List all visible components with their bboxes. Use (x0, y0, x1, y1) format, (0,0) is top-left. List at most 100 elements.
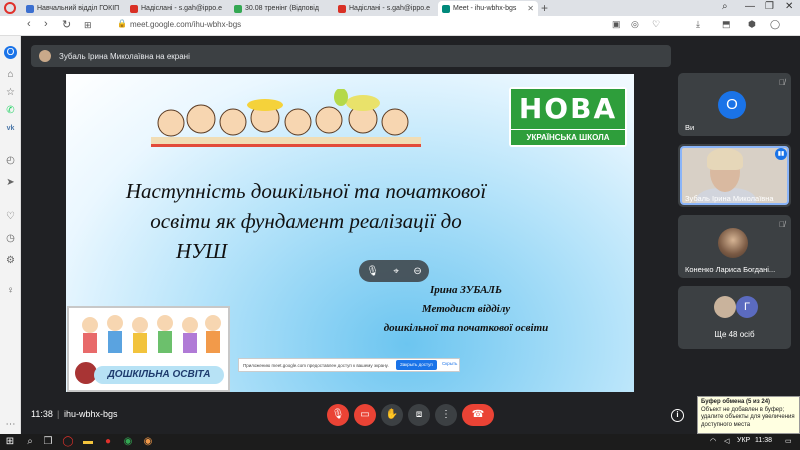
tab-gmail-sent-1[interactable]: Надіслані - s.gah@ippo.e (126, 1, 228, 16)
input-language[interactable]: УКР (737, 437, 750, 444)
maximize-icon[interactable]: ❐ (765, 1, 774, 12)
vk-icon[interactable]: vk (4, 122, 17, 135)
tab-label: Навчальний відділ ГОКІП (37, 5, 120, 12)
more-participants-avatars: Г (714, 296, 764, 318)
notifications-icon[interactable]: ▭ (785, 437, 792, 445)
speaking-indicator-icon: ▮▮ (775, 148, 787, 160)
slide-title-line: Наступність дошкільної та початкової (125, 179, 487, 203)
leave-call-button[interactable]: ☎ (462, 404, 494, 426)
chrome-taskbar-icon[interactable]: ◉ (122, 436, 134, 448)
whatsapp-icon[interactable]: ✆ (4, 104, 17, 117)
snapshot-icon[interactable]: ◎ (631, 19, 639, 30)
new-tab-button[interactable]: + (541, 1, 548, 15)
camera-off-icon: ▭ (360, 409, 370, 420)
profile-icon[interactable]: ◯ (770, 19, 780, 30)
reload-icon[interactable]: ↻ (62, 18, 71, 31)
mic-off-icon[interactable]: 🎙 (366, 266, 379, 277)
address-bar: ‹ › ↻ ⊞ 🔒 meet.google.com/ihu-wbhx-bgs ▣… (0, 16, 800, 36)
camera-toggle-button[interactable]: ▭ (354, 404, 376, 426)
browser-tab-strip: Навчальний відділ ГОКІП Надіслані - s.ga… (0, 0, 800, 16)
opera-messenger-icon[interactable]: O (4, 46, 17, 59)
participant-name: Ви (685, 123, 695, 132)
camera-icon[interactable]: ▣ (612, 19, 621, 30)
close-window-icon[interactable]: ✕ (785, 1, 793, 12)
avatar: Г (736, 296, 758, 318)
nus-logo: НОВА УКРАЇНСЬКА ШКОЛА (509, 87, 627, 147)
meeting-time: 11:38 (31, 409, 53, 419)
meeting-info-icon[interactable]: i (671, 409, 684, 422)
volume-icon[interactable]: ◁ (724, 437, 729, 445)
opera-logo-icon[interactable] (4, 2, 16, 14)
more-vert-icon: ⋮ (441, 409, 451, 420)
back-icon[interactable]: ‹ (27, 18, 31, 30)
pin-icon[interactable]: ⌖ (393, 266, 399, 277)
participant-tile-you[interactable]: 🎙̸ О Ви (678, 73, 791, 136)
bookmark-heart-icon[interactable]: ♡ (652, 19, 660, 30)
hide-notice-button[interactable]: Скрыть (442, 361, 457, 366)
presenter-banner-label: Зубаль Ірина Миколаївна на екрані (59, 51, 190, 61)
url-field[interactable]: meet.google.com/ihu-wbhx-bgs (130, 20, 241, 29)
tab-label: Надіслані - s.gah@ippo.e (141, 5, 223, 12)
tab-gmail-sent-2[interactable]: Надіслані - s.gah@ippo.e (334, 1, 436, 16)
settings-icon[interactable]: ⚙ (4, 254, 17, 267)
star-icon[interactable]: ☆ (4, 86, 17, 99)
screen-share-notice: Приложению meet.google.com предоставлен … (238, 358, 460, 372)
present-button[interactable]: ⧈ (408, 404, 430, 426)
mic-toggle-button[interactable]: 🎙 (327, 404, 349, 426)
forms-icon (234, 4, 242, 13)
mic-off-icon: 🎙̸ (779, 220, 785, 229)
clipboard-title: Буфер обмена (5 из 24) (701, 399, 771, 405)
participant-tile-konenko[interactable]: 🎙̸ Коненко Лариса Богдані... (678, 215, 791, 278)
raise-hand-button[interactable]: ✋ (381, 404, 403, 426)
file-explorer-icon[interactable]: ▬ (82, 436, 94, 448)
tab-forms-training[interactable]: 30.08 тренінг (Відповід (230, 1, 332, 16)
system-clock[interactable]: 11:38 (755, 437, 772, 444)
windows-start-icon[interactable]: ⊞ (4, 436, 16, 448)
download-icon[interactable]: ⤓ (696, 19, 700, 30)
close-tab-icon[interactable]: ✕ (524, 4, 534, 13)
more-options-button[interactable]: ⋮ (435, 404, 457, 426)
mic-off-icon: 🎙 (331, 409, 345, 420)
meet-icon (442, 4, 450, 13)
tab-training-dept[interactable]: Навчальний відділ ГОКІП (22, 1, 124, 16)
heart-icon[interactable]: ♡ (4, 210, 17, 223)
doc-icon (26, 4, 34, 13)
windows-taskbar: ⊞ ⌕ ❒ ◯ ▬ ● ◉ ◉ ◠ ◁ УКР 11:38 ▭ (0, 434, 800, 450)
task-view-icon[interactable]: ❒ (42, 436, 54, 448)
stop-sharing-button[interactable]: Закрыть доступ (396, 360, 437, 370)
remove-icon[interactable]: ⊖ (413, 266, 421, 277)
opera-taskbar-icon[interactable]: ◯ (62, 436, 74, 448)
clock-icon[interactable]: ◴ (4, 154, 17, 167)
avatar: О (718, 91, 746, 119)
meet-control-bar: 11:38 | ihu-wbhx-bgs 🎙 ▭ ✋ ⧈ ⋮ ☎ i (21, 401, 800, 434)
search-icon[interactable]: ⌕ (24, 436, 36, 448)
speed-dial-icon[interactable]: ⊞ (84, 20, 92, 31)
presenter-mini-controls: 🎙 ⌖ ⊖ (359, 260, 429, 282)
lock-icon[interactable]: 🔒 (117, 19, 127, 28)
wallet-icon[interactable]: ⬒ (722, 19, 731, 30)
tab-meet[interactable]: Meet - ihu-wbhx-bgs ✕ (438, 1, 538, 16)
search-tabs-icon[interactable]: ⌕ (722, 1, 728, 12)
send-icon[interactable]: ➤ (4, 176, 17, 189)
tab-label: 30.08 тренінг (Відповід (245, 5, 319, 12)
bulb-icon[interactable]: ♀ (4, 284, 17, 297)
forward-icon[interactable]: › (44, 18, 48, 30)
present-screen-icon: ⧈ (415, 409, 423, 420)
meet-stage: Зубаль Ірина Миколаївна на екрані НОВА У… (21, 36, 800, 434)
home-icon[interactable]: ⌂ (4, 68, 17, 81)
children-illustration (151, 89, 421, 147)
gmail-icon (338, 4, 346, 13)
app-taskbar-icon[interactable]: ● (102, 436, 114, 448)
minimize-icon[interactable]: — (745, 1, 755, 12)
firefox-taskbar-icon[interactable]: ◉ (142, 436, 154, 448)
participant-tile-presenter[interactable]: ▮▮ Зубаль Ірина Миколаївна (678, 144, 791, 207)
network-icon[interactable]: ◠ (710, 437, 716, 445)
clipboard-notification[interactable]: Буфер обмена (5 из 24) Объект не добавле… (697, 396, 800, 434)
more-icon[interactable]: ⋯ (4, 418, 17, 431)
author-role: Методист відділу (421, 303, 511, 315)
extensions-icon[interactable]: ⬢ (748, 19, 756, 30)
hang-up-icon: ☎ (471, 409, 485, 420)
nus-logo-nova: НОВА (511, 89, 625, 129)
participant-tile-more[interactable]: Г Ще 48 осіб (678, 286, 791, 349)
history-icon[interactable]: ◷ (4, 232, 17, 245)
